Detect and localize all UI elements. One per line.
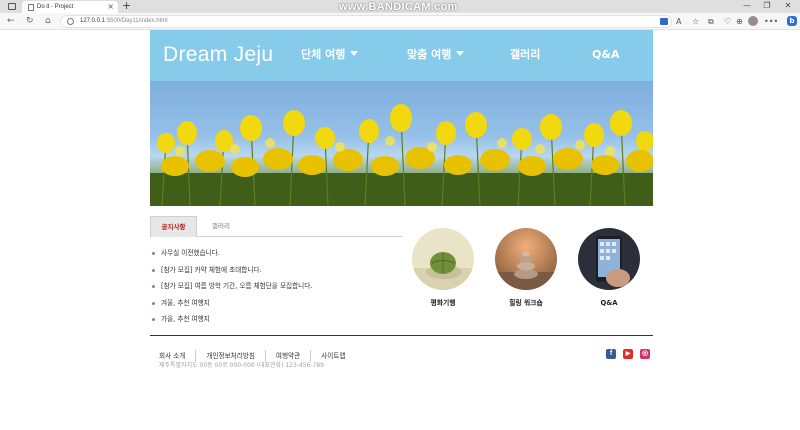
back-icon[interactable]: ←: [7, 14, 15, 29]
list-item[interactable]: 겨울, 추천 여행지: [150, 295, 402, 312]
chevron-down-icon: [456, 51, 465, 56]
footer-address: 제주특별자치도 00동 00로 000-000 (대표전화) 123-456-7…: [159, 362, 325, 369]
footer-divider: [150, 335, 653, 336]
feature-label: 평화기행: [430, 299, 456, 307]
url-text: 127.0.0.1:5500/Day11/index.html: [80, 18, 168, 24]
feature-label: Q&A: [600, 299, 618, 307]
notice-tabs: 공지사항 갤러리: [150, 216, 402, 237]
more-icon[interactable]: •••: [764, 15, 778, 28]
tag-icon[interactable]: [660, 18, 668, 25]
bullet-icon: [152, 318, 155, 321]
minimize-button[interactable]: —: [740, 0, 754, 12]
bullet-icon: [152, 301, 155, 305]
notice-list: 사무실 이전했습니다. [참가 모집] 카약 체험에 초대합니다. [참가 모집…: [150, 245, 402, 328]
maximize-button[interactable]: ❐: [760, 0, 774, 12]
leaf-stone-icon: [412, 228, 474, 290]
instagram-icon[interactable]: ◎: [640, 349, 650, 359]
feature-label: 힐링 워크숍: [509, 299, 543, 307]
canola-flowers-illustration: [150, 104, 653, 206]
info-icon[interactable]: [67, 18, 74, 25]
tab-title: Do it - Project: [37, 4, 74, 10]
read-aloud-icon[interactable]: A: [676, 15, 681, 28]
youtube-icon[interactable]: ▶: [623, 349, 633, 359]
bullet-icon: [152, 268, 155, 272]
hero-image: [150, 81, 653, 206]
list-item[interactable]: 가을, 추천 여행지: [150, 311, 402, 328]
nav-group-travel[interactable]: 단체 여행: [301, 47, 359, 63]
home-icon[interactable]: ⌂: [45, 14, 51, 29]
footer-links: 회사 소개 개인정보처리방침 여행약관 사이트맵: [150, 343, 355, 362]
nav-gallery[interactable]: 갤러리: [510, 47, 540, 63]
url-input[interactable]: 127.0.0.1:5500/Day11/index.html: [60, 15, 672, 28]
page-icon: [28, 4, 34, 11]
tab-notice[interactable]: 공지사항: [150, 216, 197, 237]
new-tab-button[interactable]: +: [122, 0, 131, 12]
smartphone-icon: [578, 228, 640, 290]
split-screen-icon[interactable]: ⧉: [708, 15, 714, 28]
bullet-icon: [152, 285, 155, 288]
favorites-icon[interactable]: ♡: [724, 15, 731, 28]
feature-healing-workshop[interactable]: 힐링 워크숍: [495, 228, 557, 308]
site-header: Dream Jeju 단체 여행 맞춤 여행 갤러리 Q&A: [150, 30, 653, 81]
tab-gallery[interactable]: 갤러리: [197, 216, 245, 237]
favorite-icon[interactable]: ☆: [692, 15, 699, 28]
chevron-down-icon: [350, 51, 359, 56]
tab-close-icon[interactable]: ×: [107, 1, 114, 13]
close-window-button[interactable]: ✕: [781, 0, 795, 12]
nav-qna[interactable]: Q&A: [592, 47, 619, 63]
nav-custom-travel[interactable]: 맞춤 여행: [407, 47, 465, 63]
list-item[interactable]: [참가 모집] 카약 체험에 초대합니다.: [150, 262, 402, 279]
address-bar-row: ← ↻ ⌂ 127.0.0.1:5500/Day11/index.html A …: [0, 13, 800, 30]
list-item[interactable]: 사무실 이전했습니다.: [150, 245, 402, 262]
browser-tab[interactable]: Do it - Project ×: [22, 1, 118, 13]
facebook-icon[interactable]: f: [606, 349, 616, 359]
feature-qna[interactable]: Q&A: [578, 228, 640, 308]
browser-tab-strip: Do it - Project × + www.BANDICAM.com — ❐…: [0, 0, 800, 13]
site-logo[interactable]: Dream Jeju: [163, 42, 273, 68]
profile-avatar[interactable]: [748, 16, 758, 26]
window-menu-icon[interactable]: [8, 3, 16, 10]
collections-icon[interactable]: ⊕: [736, 15, 743, 28]
bullet-icon: [152, 252, 155, 255]
stacked-stones-icon: [495, 228, 557, 290]
feature-peace-tour[interactable]: 평화기행: [412, 228, 474, 308]
list-item[interactable]: [참가 모집] 여름 방학 기간, 오름 체험단을 모집합니다.: [150, 278, 402, 295]
bing-icon[interactable]: b: [787, 16, 797, 26]
refresh-icon[interactable]: ↻: [26, 14, 34, 29]
